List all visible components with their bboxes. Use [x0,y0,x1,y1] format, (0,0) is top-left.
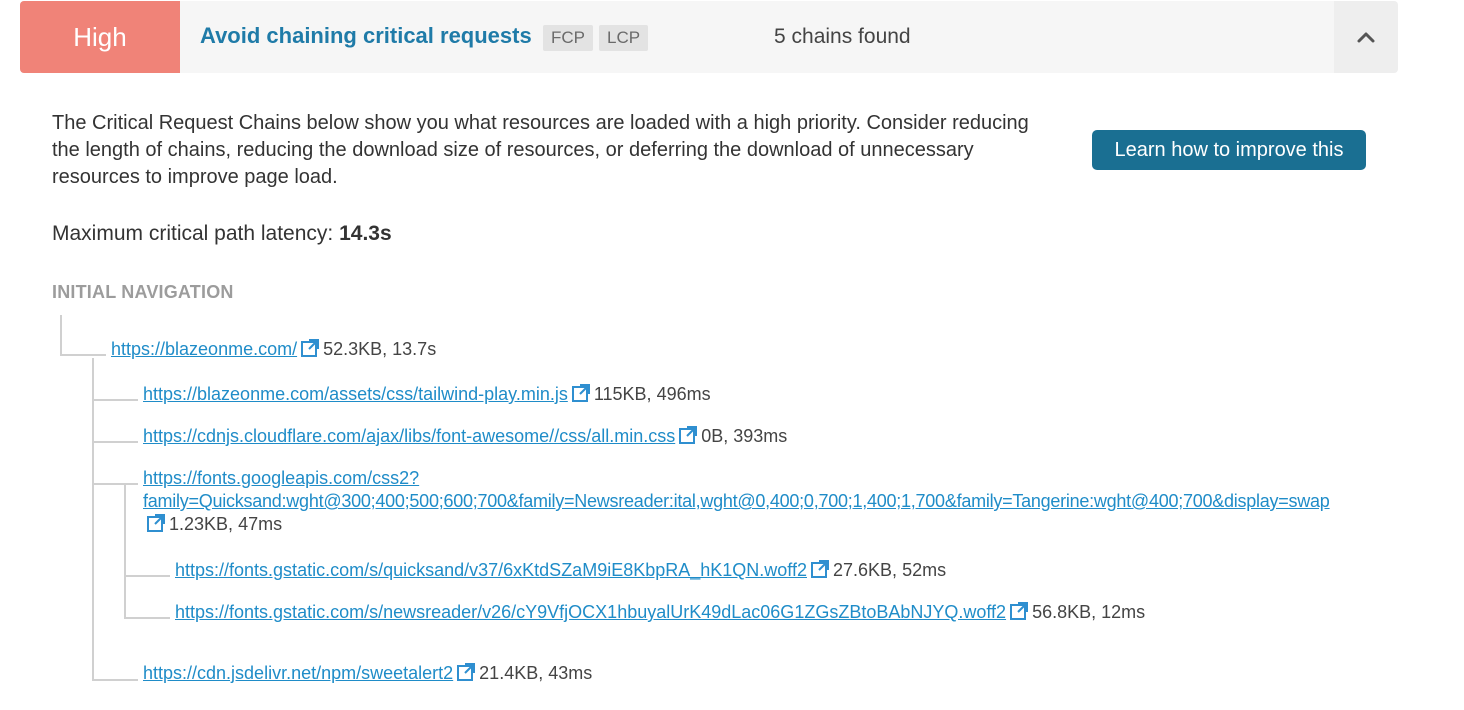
chain-size: 0B [701,426,724,446]
external-link-icon[interactable] [679,426,698,444]
chain-url-link-continued[interactable]: family=Quicksand:wght@300;400;500;600;70… [143,491,1330,511]
metric-tag-lcp: LCP [599,25,649,51]
latency-value: 14.3s [339,222,392,245]
external-link-icon[interactable] [1010,602,1029,620]
chain-size: 56.8KB [1032,602,1092,622]
audit-summary: 5 chains found [774,25,911,48]
chain-url-link[interactable]: https://cdnjs.cloudflare.com/ajax/libs/f… [143,426,675,446]
audit-description: The Critical Request Chains below show y… [52,112,1029,188]
chain-url-link[interactable]: https://blazeonme.com/assets/css/tailwin… [143,384,568,404]
chain-url-link[interactable]: https://cdn.jsdelivr.net/npm/sweetalert2 [143,663,453,683]
chain-node: https://fonts.gstatic.com/s/quicksand/v3… [175,560,947,580]
learn-more-button[interactable]: Learn how to improve this [1092,130,1366,170]
chain-time: 12ms [1101,602,1146,622]
audit-title[interactable]: Avoid chaining critical requests [200,23,532,49]
chain-size: 27.6KB [833,560,893,580]
chain-url-link[interactable]: https://fonts.gstatic.com/s/quicksand/v3… [175,560,807,580]
chain-size: 115KB [593,384,647,404]
chain-node: https://fonts.googleapis.com/css2? famil… [143,468,1330,534]
chain-time: 393ms [733,426,788,446]
chain-size: 52.3KB [323,339,383,359]
tree-connector [124,575,170,577]
external-link-icon[interactable] [147,514,165,532]
chain-size: 21.4KB [479,663,539,683]
chain-time: 52ms [902,560,947,580]
chain-node: https://cdn.jsdelivr.net/npm/sweetalert2… [143,663,593,683]
chain-time: 47ms [238,514,283,534]
audit-header[interactable]: High Avoid chaining critical requests FC… [20,1,1398,73]
metric-tag-fcp: FCP [543,25,593,51]
chain-url-link[interactable]: https://fonts.googleapis.com/css2? [143,468,419,488]
external-link-icon[interactable] [571,384,590,402]
chevron-up-icon [1357,32,1375,43]
tree-connector [92,483,138,485]
critical-path-latency: Maximum critical path latency: 14.3s [52,222,392,246]
initial-navigation-heading: INITIAL NAVIGATION [52,282,234,302]
chain-node: https://fonts.gstatic.com/s/newsreader/v… [175,602,1146,622]
chain-size: 1.23KB [169,514,229,534]
chain-url-link[interactable]: https://blazeonme.com/ [111,339,297,359]
chain-node: https://blazeonme.com/assets/css/tailwin… [143,384,711,404]
chain-node: https://cdnjs.cloudflare.com/ajax/libs/f… [143,426,788,446]
external-link-icon[interactable] [301,339,320,357]
tree-connector [92,441,138,443]
chain-time: 43ms [548,663,593,683]
latency-label: Maximum critical path latency: [52,222,334,245]
chain-time: 496ms [656,384,711,404]
external-link-icon[interactable] [457,663,476,681]
external-link-icon[interactable] [811,560,829,578]
tree-connector [92,358,94,681]
tree-connector [92,679,138,681]
collapse-toggle-button[interactable] [1334,1,1398,73]
tree-connector [60,354,106,356]
tree-connector [124,484,126,619]
chain-time: 13.7s [392,339,437,359]
severity-badge: High [20,1,180,73]
chain-url-link[interactable]: https://fonts.gstatic.com/s/newsreader/v… [175,602,1006,622]
tree-connector [92,399,138,401]
tree-connector [60,315,62,356]
tree-connector [124,617,170,619]
chain-node: https://blazeonme.com/52.3KB, 13.7s [111,339,437,359]
